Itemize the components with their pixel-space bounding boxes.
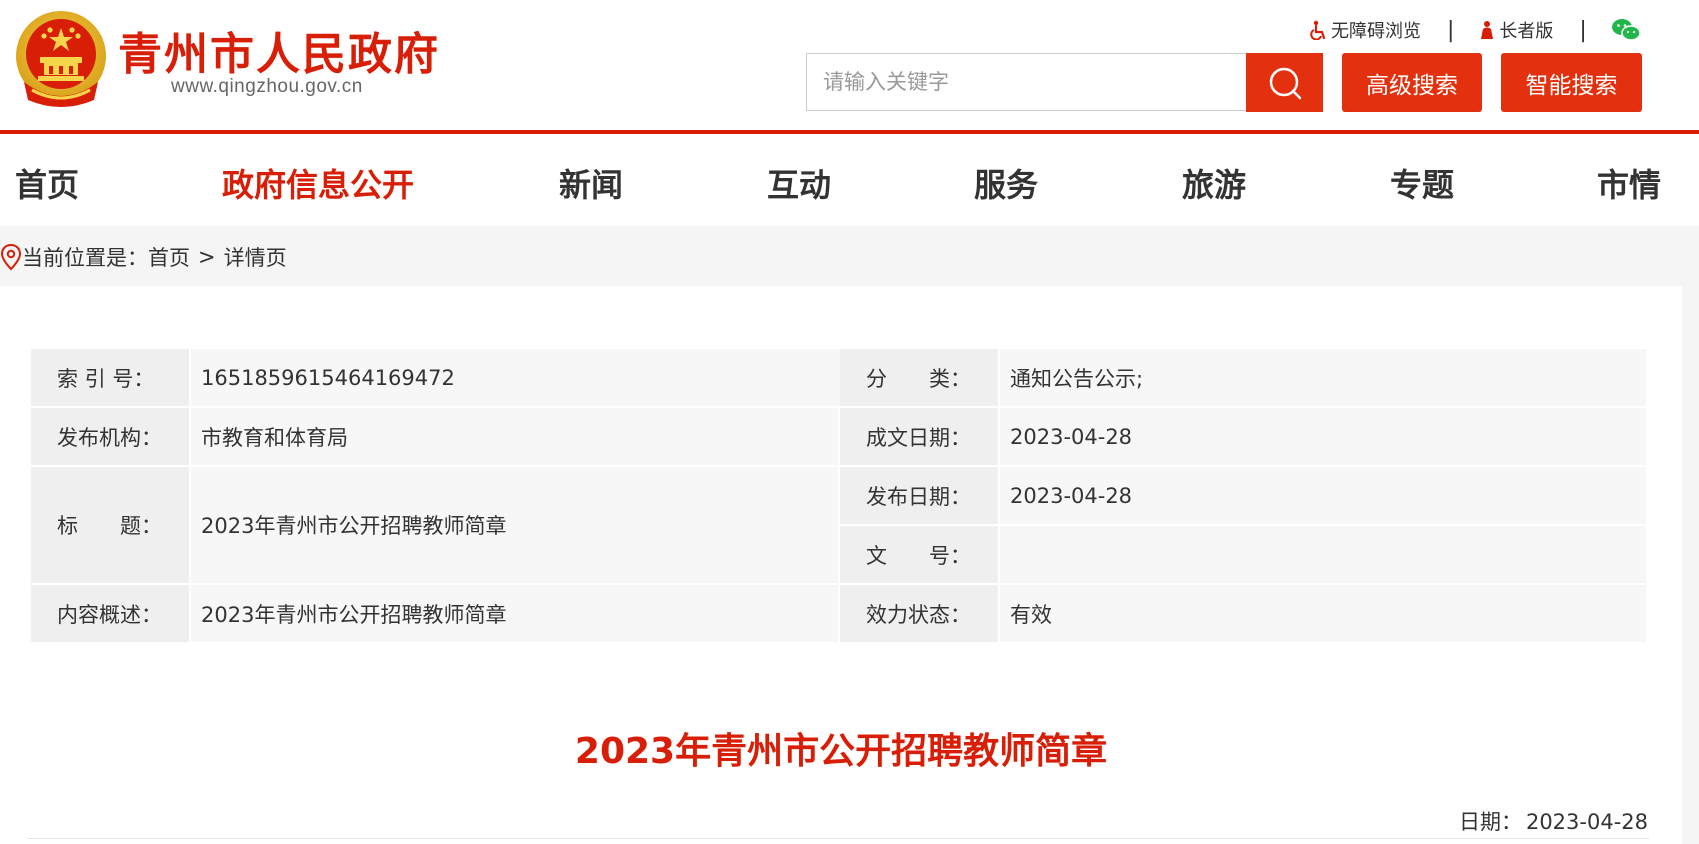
meta-category-label: 分 类： [840,349,998,406]
meta-status-value: 有效 [1000,585,1646,642]
nav-item-news[interactable]: 新闻 [559,160,623,206]
meta-summary-value: 2023年青州市公开招聘教师简章 [191,585,838,642]
meta-title-value: 2023年青州市公开招聘教师简章 [191,467,838,583]
meta-doc-no-label: 文 号： [840,526,998,583]
meta-publisher-value: 市教育和体育局 [191,408,838,465]
accessibility-label: 无障碍浏览 [1331,21,1421,42]
wheelchair-icon [1310,20,1326,40]
nav-item-topics[interactable]: 专题 [1390,160,1454,206]
smart-search-button[interactable]: 智能搜索 [1501,53,1642,112]
nav-item-home[interactable]: 首页 [15,160,79,206]
link-separator: | [1579,17,1587,43]
elder-version-label: 长者版 [1499,21,1554,42]
meta-summary-label: 内容概述： [31,585,189,642]
meta-publisher-label: 发布机构： [31,408,189,465]
advanced-search-button[interactable]: 高级搜索 [1342,53,1482,112]
nav-item-interaction[interactable]: 互动 [767,160,831,206]
national-emblem-icon[interactable] [14,10,108,110]
breadcrumb-home-link[interactable]: 首页 [148,242,190,272]
meta-publish-date-value: 2023-04-28 [1000,467,1646,524]
site-name[interactable]: 青州市人民政府 [118,18,440,82]
meta-category-value: 通知公告公示; [1000,349,1646,406]
search-box [806,53,1246,111]
main-nav: 首页 政府信息公开 新闻 互动 服务 旅游 专题 市情 [0,134,1699,226]
site-header: 青州市人民政府 www.qingzhou.gov.cn 无障碍浏览 | 长者版 … [0,0,1699,131]
link-separator: | [1447,17,1455,43]
wechat-icon[interactable] [1611,18,1641,42]
breadcrumb-current: 详情页 [223,246,287,270]
breadcrumb-separator: > [198,245,216,269]
nav-item-city-info[interactable]: 市情 [1597,160,1661,206]
top-links: 无障碍浏览 | 长者版 | [1310,16,1641,44]
breadcrumb-prefix: 当前位置是： [22,246,148,270]
search-button[interactable] [1246,53,1323,112]
meta-status-label: 效力状态： [840,585,998,642]
meta-index-value: 1651859615464169472 [191,349,868,406]
article-divider [27,838,1649,839]
location-pin-icon [0,243,22,271]
breadcrumb: 当前位置是： 首页 > 详情页 [0,240,287,274]
nav-item-tourism[interactable]: 旅游 [1182,160,1246,206]
article-date-label: 日期： [1458,810,1522,834]
nav-item-services[interactable]: 服务 [974,160,1038,206]
accessibility-link[interactable]: 无障碍浏览 [1310,17,1421,43]
article-date-value: 2023-04-28 [1525,810,1648,834]
search-icon [1269,67,1301,99]
search-input[interactable] [807,54,1246,110]
site-domain: www.qingzhou.gov.cn [171,76,363,97]
meta-written-date-label: 成文日期： [840,408,998,465]
meta-publish-date-label: 发布日期： [840,467,998,524]
elder-person-icon [1481,21,1494,39]
elder-version-link[interactable]: 长者版 [1478,17,1553,43]
nav-item-gov-info-public[interactable]: 政府信息公开 [222,160,414,206]
meta-doc-no-value [1000,526,1646,583]
meta-index-label: 索 引 号： [31,349,189,406]
article-title: 2023年青州市公开招聘教师简章 [574,731,1108,772]
article-date: 日期： 2023-04-28 [1459,806,1648,836]
meta-written-date-value: 2023-04-28 [1000,408,1646,465]
meta-title-label: 标 题： [31,467,189,583]
